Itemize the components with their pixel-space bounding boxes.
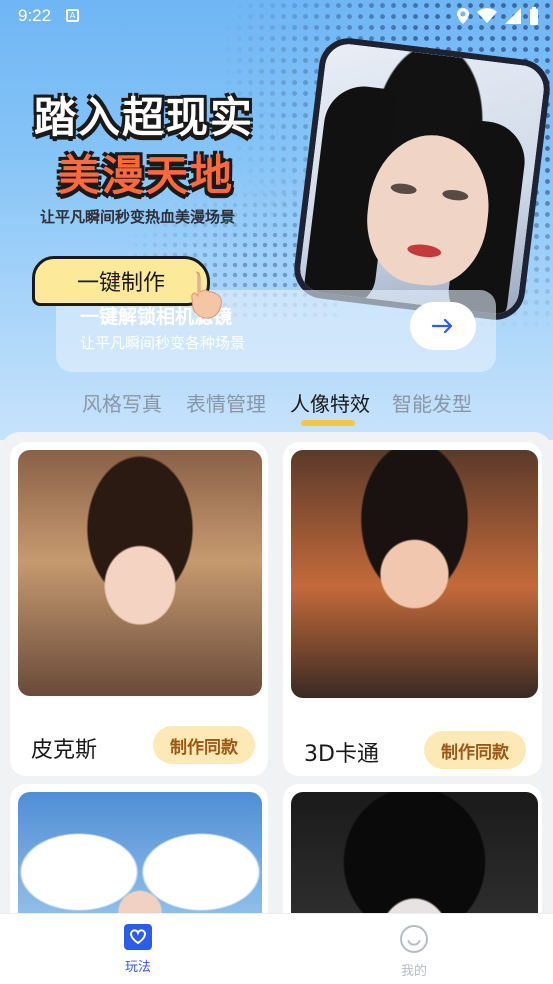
make-same-button[interactable]: 制作同款: [153, 726, 255, 764]
pointing-hand-icon: [191, 271, 222, 319]
hero-banner: 9:22 A 踏入超现实 美漫天地 让平凡瞬间秒变热血美漫场景 一键解锁相机滤镜…: [0, 0, 553, 440]
smile-icon: [400, 925, 428, 953]
hero-title-line1: 踏入超现实: [34, 93, 255, 142]
nav-label: 玩法: [124, 960, 151, 975]
effect-name: 3D卡通: [304, 742, 379, 767]
category-tabs: 风格写真 表情管理 人像特效 智能发型: [0, 388, 553, 428]
heart-icon: [124, 924, 152, 950]
active-tab-indicator: [301, 420, 355, 426]
hero-title-line2: 美漫天地: [58, 151, 235, 200]
signal-icon: [505, 8, 521, 24]
nav-mine[interactable]: 我的: [384, 924, 444, 979]
effect-preview-image: [291, 450, 538, 698]
tab-smart-hairstyle[interactable]: 智能发型: [392, 388, 472, 417]
effect-name: 皮克斯: [31, 738, 98, 763]
tab-portrait-effects[interactable]: 人像特效: [290, 388, 370, 417]
banner-subtitle: 让平凡瞬间秒变各种场景: [80, 334, 246, 352]
effects-grid: 皮克斯 制作同款 3D卡通 制作同款: [0, 432, 553, 984]
location-icon: [457, 8, 469, 24]
arrow-right-icon: [432, 318, 453, 334]
status-time: 9:22: [18, 6, 52, 25]
tab-expression[interactable]: 表情管理: [186, 388, 266, 417]
status-bar: 9:22 A: [0, 0, 553, 32]
battery-icon: [530, 7, 538, 25]
status-icons: [457, 7, 539, 25]
effect-preview-image: [18, 450, 262, 696]
hero-subtitle: 让平凡瞬间秒变热血美漫场景: [40, 208, 236, 226]
effect-card[interactable]: 皮克斯 制作同款: [10, 442, 268, 776]
tab-style-photo[interactable]: 风格写真: [82, 388, 162, 417]
wifi-icon: [477, 8, 497, 23]
nav-play[interactable]: 玩法: [108, 924, 168, 975]
banner-arrow-button[interactable]: [410, 302, 476, 350]
notification-icon: A: [66, 9, 79, 22]
one-click-make-button[interactable]: 一键制作: [32, 256, 210, 306]
nav-label: 我的: [400, 964, 427, 979]
effect-card[interactable]: 3D卡通 制作同款: [283, 442, 542, 776]
hero-portrait-image: [290, 34, 553, 324]
make-same-button[interactable]: 制作同款: [424, 731, 526, 769]
bottom-navigation: 玩法 我的: [0, 913, 553, 984]
